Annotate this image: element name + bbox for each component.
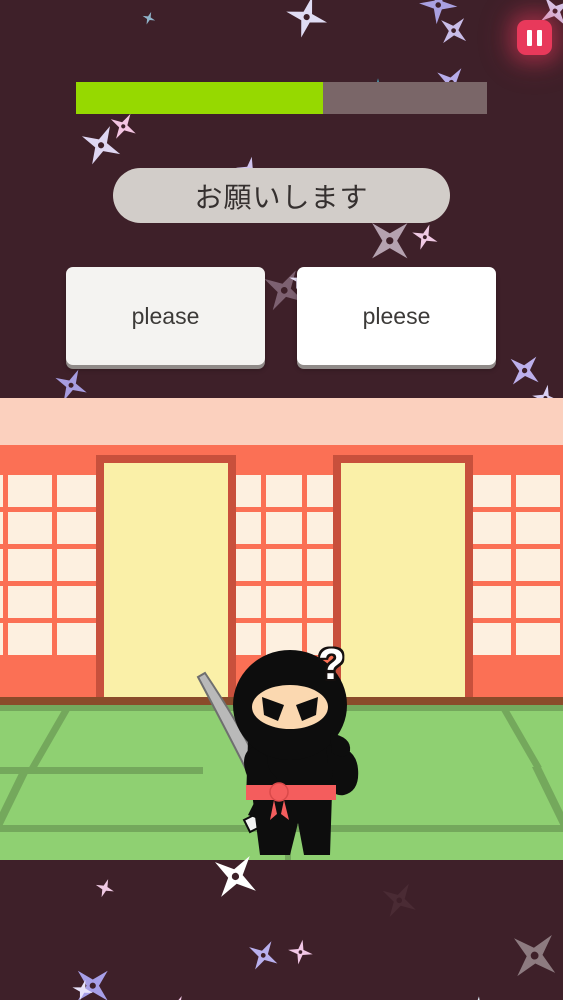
progress-bar <box>76 82 487 114</box>
shoji-pane <box>0 623 4 655</box>
shoji-pane <box>516 549 560 581</box>
game-screen: お願いします please pleese ? <box>0 0 563 1000</box>
shoji-pane <box>0 475 4 507</box>
answer-option-0[interactable]: please <box>66 267 265 365</box>
pause-icon-bar-left <box>527 29 532 46</box>
question-mark-glyph: ? <box>316 640 347 689</box>
pause-button[interactable] <box>517 20 552 55</box>
shoji-pane <box>8 586 52 618</box>
shuriken-star <box>405 219 443 260</box>
shoji-pane <box>516 586 560 618</box>
shuriken-star <box>278 0 333 49</box>
shoji-pane <box>266 549 302 581</box>
answer-option-0-label: please <box>131 302 200 329</box>
shoji-pane <box>468 549 512 581</box>
shoji-screen-0 <box>0 475 100 655</box>
shoji-pane <box>266 586 302 618</box>
shuriken-star <box>70 116 131 179</box>
shoji-pane <box>56 623 100 655</box>
shoji-pane <box>0 549 4 581</box>
shoji-pane <box>468 586 512 618</box>
shoji-pane <box>468 623 512 655</box>
shuriken-star <box>495 344 552 401</box>
ninja-character <box>196 650 359 855</box>
answer-option-1-label: pleese <box>362 302 431 329</box>
shoji-pane <box>8 549 52 581</box>
dojo-upper-wall <box>0 398 563 445</box>
shoji-pane <box>56 586 100 618</box>
shoji-pane <box>0 586 4 618</box>
shoji-pane <box>56 512 100 544</box>
shoji-screen-2 <box>468 475 563 655</box>
shoji-pane <box>468 512 512 544</box>
shoji-screen-1 <box>225 475 343 655</box>
progress-bar-fill <box>76 82 323 114</box>
shoji-pane <box>516 623 560 655</box>
shoji-pane <box>56 549 100 581</box>
shuriken-star <box>138 9 158 32</box>
pause-icon-bar-right <box>537 29 542 46</box>
shoji-pane <box>8 623 52 655</box>
shoji-pane <box>266 512 302 544</box>
answer-option-1[interactable]: pleese <box>297 267 496 365</box>
lower-background <box>0 860 563 1000</box>
shoji-pane <box>468 475 512 507</box>
shuriken-star <box>426 7 477 59</box>
shuriken-star <box>416 0 460 32</box>
prompt-bubble: お願いします <box>113 168 450 223</box>
question-mark-emote: ? <box>316 640 347 689</box>
shoji-pane <box>8 475 52 507</box>
shoji-pane <box>0 512 4 544</box>
shoji-pane <box>266 475 302 507</box>
prompt-text: お願いします <box>194 180 369 214</box>
shoji-pane <box>516 512 560 544</box>
shoji-pane <box>56 475 100 507</box>
shoji-pane <box>516 475 560 507</box>
shoji-pane <box>8 512 52 544</box>
